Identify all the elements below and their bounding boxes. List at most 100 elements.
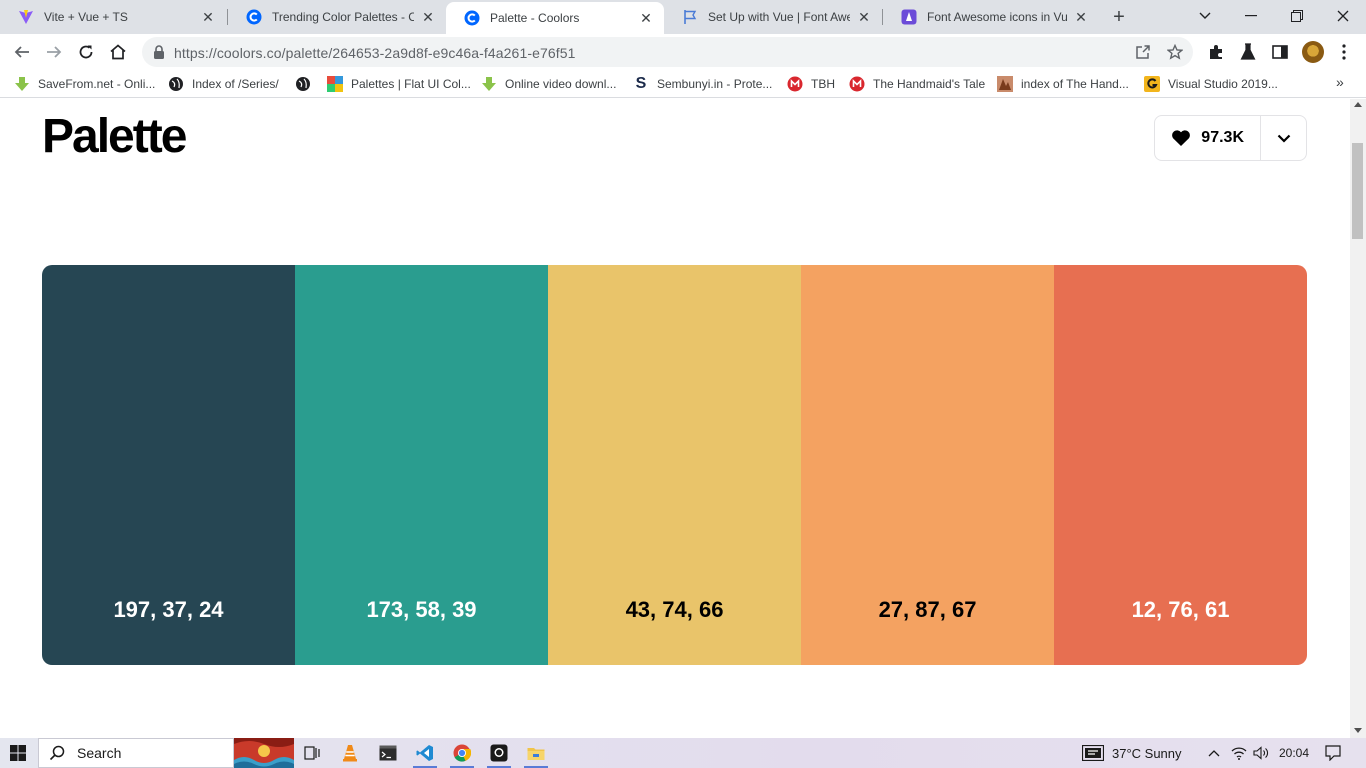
tab-title: Vite + Vue + TS xyxy=(44,10,128,24)
heart-icon xyxy=(1172,130,1191,146)
coolors-icon xyxy=(464,10,480,26)
tab-vite[interactable]: Vite + Vue + TS ✕ xyxy=(0,0,226,34)
new-tab-icon[interactable]: + xyxy=(1108,6,1130,28)
bookmark-visual-studio[interactable]: Visual Studio 2019... xyxy=(1144,74,1278,94)
windows-start-icon[interactable] xyxy=(0,738,36,768)
savefrom-icon xyxy=(14,76,30,92)
restore-icon[interactable] xyxy=(1274,0,1320,32)
mega-icon xyxy=(849,76,865,92)
savefrom-icon xyxy=(481,76,497,92)
bookmark-label: Index of /Series/ xyxy=(192,77,279,91)
bookmark-flat-ui[interactable]: Palettes | Flat UI Col... xyxy=(327,74,471,94)
tab-fontawesome-setup[interactable]: Set Up with Vue | Font Aweso ✕ xyxy=(664,0,882,34)
scroll-up-icon[interactable] xyxy=(1354,102,1362,107)
more-options-button[interactable] xyxy=(1261,116,1306,160)
vlc-icon[interactable] xyxy=(338,738,362,768)
bookmark-index-handmaid[interactable]: index of The Hand... xyxy=(997,74,1129,94)
clock-time[interactable]: 20:04 xyxy=(1279,738,1309,768)
font-awesome-icon xyxy=(901,9,917,25)
close-tab-icon[interactable]: ✕ xyxy=(638,10,654,26)
bookmark-label: index of The Hand... xyxy=(1021,77,1129,91)
home-icon[interactable] xyxy=(104,38,132,66)
bookmark-label: Visual Studio 2019... xyxy=(1168,77,1278,91)
bookmarks-overflow-icon[interactable]: » xyxy=(1336,74,1344,90)
minimize-icon[interactable] xyxy=(1228,0,1274,32)
profile-avatar[interactable] xyxy=(1302,41,1324,63)
sembunyi-icon: S xyxy=(635,75,647,92)
tab-palette-coolors[interactable]: Palette - Coolors ✕ xyxy=(446,2,664,34)
weather-text[interactable]: 37°C Sunny xyxy=(1112,738,1182,768)
side-panel-icon[interactable] xyxy=(1270,42,1290,62)
back-icon[interactable] xyxy=(8,38,36,66)
wifi-icon[interactable] xyxy=(1228,738,1250,768)
bookmark-label: SaveFrom.net - Onli... xyxy=(38,77,156,91)
file-explorer-icon[interactable] xyxy=(524,738,548,768)
bookmark-tbh[interactable]: TBH xyxy=(787,74,835,94)
swatch-value: 43, 74, 66 xyxy=(625,597,724,622)
site-icon xyxy=(997,76,1013,92)
vscode-icon[interactable] xyxy=(413,738,437,768)
like-button-group: 97.3K xyxy=(1154,115,1307,161)
close-tab-icon[interactable]: ✕ xyxy=(1073,9,1089,25)
bookmark-label: Palettes | Flat UI Col... xyxy=(351,77,471,91)
page-title: Palette xyxy=(42,110,187,163)
flag-icon xyxy=(682,9,698,25)
taskbar-search[interactable]: Search xyxy=(38,738,234,768)
weather-icon[interactable] xyxy=(1080,738,1106,768)
bookmark-savefrom[interactable]: SaveFrom.net - Onli... xyxy=(14,74,155,94)
color-swatch[interactable]: 173, 58, 39 xyxy=(295,265,548,665)
tab-title: Palette - Coolors xyxy=(490,11,580,25)
url-host: https://coolors.co xyxy=(174,45,282,61)
address-bar[interactable]: https://coolors.co/palette/264653-2a9d8f… xyxy=(142,37,1193,67)
bookmark-globe[interactable] xyxy=(295,74,319,94)
task-view-icon[interactable] xyxy=(300,738,324,768)
tab-trending-palettes[interactable]: Trending Color Palettes - Coo ✕ xyxy=(228,0,446,34)
chrome-icon[interactable] xyxy=(450,738,474,768)
tab-fontawesome-vue[interactable]: Font Awesome icons in Vue.j ✕ xyxy=(883,0,1099,34)
lock-icon[interactable] xyxy=(153,45,165,59)
tab-title: Trending Color Palettes - Coo xyxy=(272,10,414,24)
chevron-up-icon[interactable] xyxy=(1204,738,1224,768)
chevron-down-icon xyxy=(1277,134,1290,143)
scroll-down-icon[interactable] xyxy=(1354,728,1362,733)
page-content: Palette 97.3K 197, 37, 24 173, 58, 39 43… xyxy=(0,99,1350,738)
terminal-icon[interactable] xyxy=(376,738,400,768)
close-tab-icon[interactable]: ✕ xyxy=(200,9,216,25)
bookmark-sembunyi[interactable]: S Sembunyi.in - Prote... xyxy=(633,74,773,94)
color-swatch[interactable]: 12, 76, 61 xyxy=(1054,265,1307,665)
bookmark-index-series[interactable]: Index of /Series/ xyxy=(168,74,279,94)
bookmark-handmaids-tale[interactable]: The Handmaid's Tale xyxy=(849,74,985,94)
star-icon[interactable] xyxy=(1165,42,1185,62)
page-scrollbar[interactable] xyxy=(1350,99,1366,738)
like-button[interactable]: 97.3K xyxy=(1155,116,1262,160)
color-swatch[interactable]: 197, 37, 24 xyxy=(42,265,295,665)
notifications-icon[interactable] xyxy=(1322,738,1344,768)
bookmark-label: Online video downl... xyxy=(505,77,617,91)
forward-icon[interactable] xyxy=(40,38,68,66)
labs-flask-icon[interactable] xyxy=(1238,42,1258,62)
color-swatch[interactable]: 27, 87, 67 xyxy=(801,265,1054,665)
extensions-icon[interactable] xyxy=(1206,42,1226,62)
swatch-value: 12, 76, 61 xyxy=(1131,597,1230,622)
volume-icon[interactable] xyxy=(1250,738,1272,768)
color-swatch[interactable]: 43, 74, 66 xyxy=(548,265,801,665)
close-window-icon[interactable] xyxy=(1320,0,1366,32)
windows-taskbar: Search 37°C Sunny 20:04 xyxy=(0,738,1366,768)
url-text[interactable]: https://coolors.co/palette/264653-2a9d8f… xyxy=(174,45,576,61)
swatch-value: 197, 37, 24 xyxy=(113,597,224,622)
close-tab-icon[interactable]: ✕ xyxy=(856,9,872,25)
github-icon[interactable] xyxy=(487,738,511,768)
share-icon[interactable] xyxy=(1133,42,1153,62)
reload-icon[interactable] xyxy=(72,38,100,66)
url-path: /palette/264653-2a9d8f-e9c46a-f4a261-e76… xyxy=(281,45,576,61)
menu-kebab-icon[interactable] xyxy=(1334,42,1354,62)
bookmark-label: The Handmaid's Tale xyxy=(873,77,986,91)
close-tab-icon[interactable]: ✕ xyxy=(420,9,436,25)
bookmark-online-video[interactable]: Online video downl... xyxy=(481,74,616,94)
vite-icon xyxy=(18,9,34,25)
scrollbar-thumb[interactable] xyxy=(1352,143,1363,239)
tab-search-icon[interactable] xyxy=(1182,0,1228,32)
search-highlight-icon[interactable] xyxy=(234,738,294,768)
swatch-value: 173, 58, 39 xyxy=(366,597,477,622)
coolors-icon xyxy=(246,9,262,25)
